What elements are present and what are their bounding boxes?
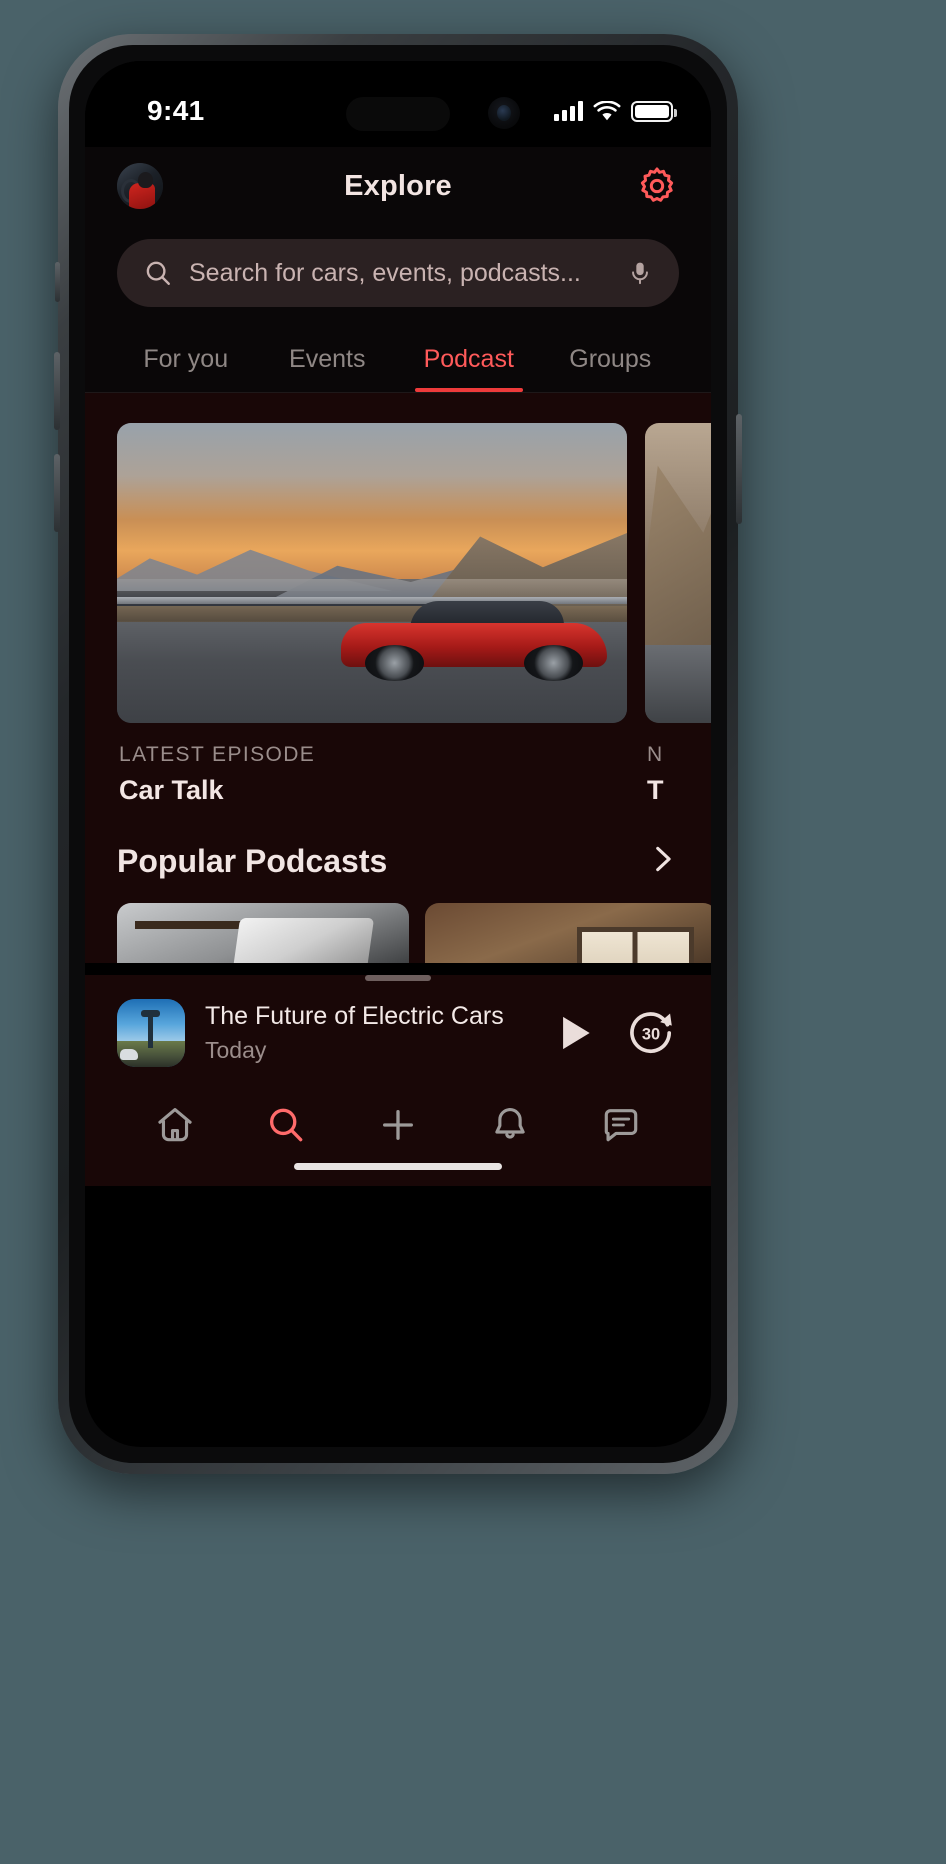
- featured-card-next-title: T: [647, 775, 711, 806]
- app-header: Explore: [85, 147, 711, 225]
- status-bar: 9:41: [85, 61, 711, 147]
- bell-icon: [489, 1104, 531, 1146]
- content-scroll-area[interactable]: LATEST EPISODE Car Talk N T: [85, 393, 711, 963]
- dynamic-island: [346, 97, 450, 131]
- featured-card-main[interactable]: LATEST EPISODE Car Talk: [117, 423, 627, 806]
- search-icon: [265, 1104, 307, 1146]
- tab-groups[interactable]: Groups: [540, 329, 682, 392]
- nav-search[interactable]: [231, 1095, 343, 1155]
- search-icon: [143, 258, 173, 288]
- battery-full-icon: [631, 101, 673, 122]
- page-title: Explore: [85, 170, 711, 203]
- podcast-card-garage[interactable]: [425, 903, 711, 963]
- featured-card-next[interactable]: N T: [645, 423, 711, 806]
- category-tabs: For you Events Podcast Groups: [85, 329, 711, 393]
- episode-title: The Future of Electric Cars: [205, 1002, 527, 1031]
- popular-podcasts-carousel[interactable]: [85, 881, 711, 963]
- chat-icon: [600, 1104, 642, 1146]
- featured-card-next-label: N: [647, 743, 711, 767]
- cellular-bars-icon: [554, 101, 583, 121]
- status-time: 9:41: [147, 95, 205, 127]
- wifi-icon: [593, 101, 621, 122]
- settings-button[interactable]: [635, 164, 679, 208]
- episode-info: The Future of Electric Cars Today: [205, 1002, 527, 1064]
- gear-icon: [637, 166, 677, 206]
- mini-player[interactable]: The Future of Electric Cars Today 30: [85, 975, 711, 1077]
- plus-icon: [377, 1104, 419, 1146]
- home-indicator: [85, 1163, 711, 1186]
- status-indicators: [554, 101, 673, 122]
- nav-add[interactable]: [342, 1095, 454, 1155]
- popular-podcasts-header: Popular Podcasts: [85, 806, 711, 881]
- featured-card-next-meta: N T: [645, 723, 711, 806]
- volume-up-button[interactable]: [54, 352, 60, 430]
- phone-frame: 9:41: [58, 34, 738, 1474]
- popular-podcasts-more-button[interactable]: [645, 842, 679, 881]
- drag-handle[interactable]: [365, 975, 431, 981]
- nav-messages[interactable]: [565, 1095, 677, 1155]
- phone-bezel: 9:41: [69, 45, 727, 1463]
- bottom-navigation: [85, 1077, 711, 1163]
- popular-podcasts-title: Popular Podcasts: [117, 843, 387, 880]
- featured-carousel[interactable]: LATEST EPISODE Car Talk N T: [85, 393, 711, 806]
- featured-card-title: Car Talk: [119, 775, 627, 806]
- tab-for-you[interactable]: For you: [115, 329, 257, 392]
- nav-notifications[interactable]: [454, 1095, 566, 1155]
- search-input[interactable]: [189, 259, 611, 288]
- user-avatar[interactable]: [117, 163, 163, 209]
- episode-artwork[interactable]: [117, 999, 185, 1067]
- play-button[interactable]: [547, 1005, 603, 1061]
- front-camera-icon: [488, 97, 520, 129]
- red-sports-car: [341, 603, 606, 681]
- volume-down-button[interactable]: [54, 454, 60, 532]
- search-section: [85, 225, 711, 329]
- podcast-card-studio[interactable]: [117, 903, 409, 963]
- nav-home[interactable]: [119, 1095, 231, 1155]
- featured-hero-image: [117, 423, 627, 723]
- skip-forward-30-icon: 30: [625, 1007, 677, 1059]
- chevron-right-icon: [645, 842, 679, 876]
- episode-date: Today: [205, 1037, 527, 1064]
- skip-forward-button[interactable]: 30: [623, 1005, 679, 1061]
- microphone-icon[interactable]: [627, 258, 653, 288]
- home-icon: [154, 1104, 196, 1146]
- featured-card-meta: LATEST EPISODE Car Talk: [117, 723, 627, 806]
- phone-screen: 9:41: [85, 61, 711, 1447]
- tab-podcast[interactable]: Podcast: [398, 329, 540, 392]
- tab-events[interactable]: Events: [257, 329, 399, 392]
- featured-card-label: LATEST EPISODE: [119, 743, 627, 767]
- featured-hero-image-next: [645, 423, 711, 723]
- skip-seconds-label: 30: [642, 1026, 660, 1044]
- power-button[interactable]: [736, 414, 742, 524]
- mini-player-row: The Future of Electric Cars Today 30: [117, 999, 679, 1067]
- search-bar[interactable]: [117, 239, 679, 307]
- silent-switch[interactable]: [55, 262, 60, 302]
- play-icon: [553, 1010, 597, 1056]
